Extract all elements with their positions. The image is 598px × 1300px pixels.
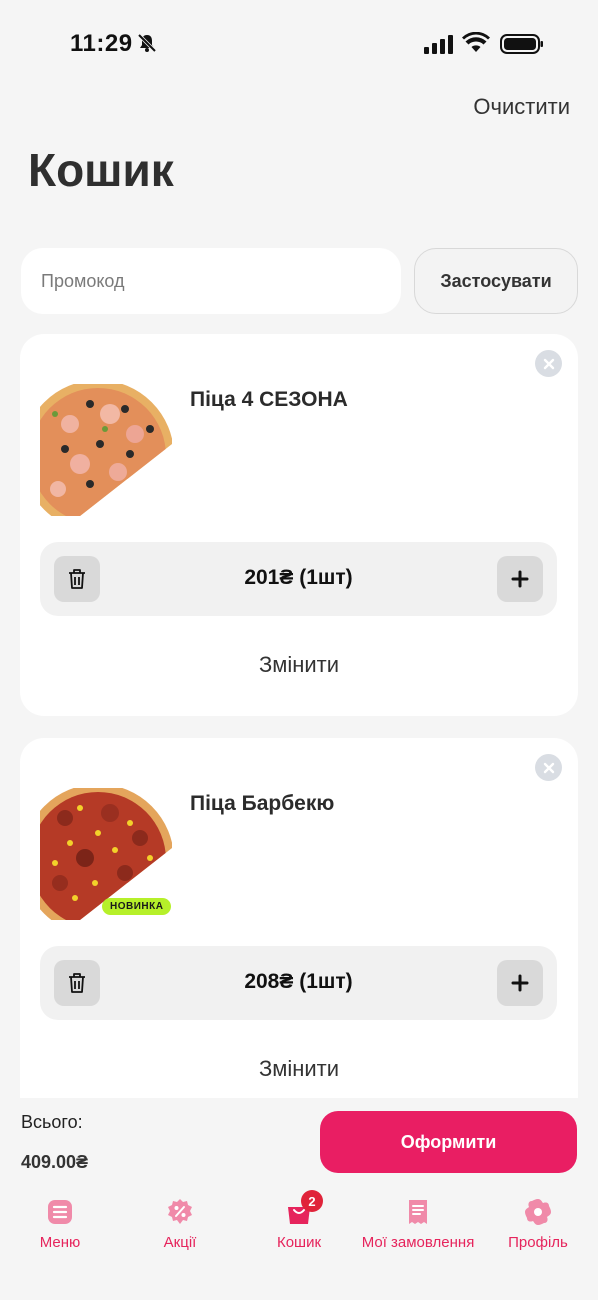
edit-item-button[interactable]: Змінити	[20, 1056, 578, 1082]
bottom-tab-bar: Меню Акції 2 Кошик Мої замовлення Профіл…	[0, 1188, 598, 1300]
bell-muted-icon	[137, 33, 157, 53]
tab-label: Кошик	[276, 1234, 322, 1251]
tab-promotions[interactable]: Акції	[120, 1198, 240, 1251]
clear-cart-button[interactable]: Очистити	[473, 94, 570, 120]
status-bar: 11:29	[0, 0, 598, 86]
pizza-4-seasons-image	[40, 384, 172, 516]
discount-percent-icon	[168, 1199, 192, 1224]
tab-profile[interactable]: Профіль	[478, 1198, 598, 1251]
quantity-row: 208₴ (1шт)	[40, 946, 557, 1020]
item-name: Піца Барбекю	[190, 792, 335, 815]
plus-icon	[511, 974, 529, 992]
remove-item-button[interactable]	[535, 754, 562, 781]
remove-item-button[interactable]	[535, 350, 562, 377]
total-label: Всього:	[21, 1112, 83, 1132]
profile-flower-icon	[525, 1199, 551, 1225]
status-time: 11:29	[70, 30, 133, 57]
cart-item-card: НОВИНКА Піца Барбекю 208₴ (1шт) Змінити	[20, 738, 578, 1138]
increase-quantity-button[interactable]	[497, 960, 543, 1006]
order-summary: Всього: 409.00₴ Оформити	[0, 1098, 598, 1188]
battery-icon	[500, 34, 543, 54]
edit-item-button[interactable]: Змінити	[20, 652, 578, 678]
tab-label: Меню	[39, 1234, 81, 1251]
cart-count-badge: 2	[301, 1190, 323, 1212]
item-name: Піца 4 СЕЗОНА	[190, 388, 348, 411]
tab-label: Акції	[163, 1234, 197, 1251]
cart-item-card: Піца 4 СЕЗОНА 201₴ (1шт) Змінити	[20, 334, 578, 716]
new-badge: НОВИНКА	[102, 898, 172, 915]
plus-icon	[511, 570, 529, 588]
price-quantity: 201₴ (1шт)	[244, 566, 353, 589]
tab-menu[interactable]: Меню	[0, 1198, 120, 1251]
tab-label: Мої замовлення	[361, 1234, 475, 1251]
tab-label: Профіль	[508, 1234, 568, 1251]
promo-code-input[interactable]	[21, 248, 401, 314]
close-icon	[543, 358, 554, 369]
receipt-icon	[409, 1200, 427, 1224]
page-title: Кошик	[28, 144, 174, 196]
increase-quantity-button[interactable]	[497, 556, 543, 602]
wifi-icon	[462, 32, 490, 52]
menu-list-icon	[48, 1200, 72, 1224]
checkout-button[interactable]: Оформити	[320, 1111, 577, 1173]
tab-my-orders[interactable]: Мої замовлення	[358, 1198, 478, 1251]
total-value: 409.00₴	[21, 1152, 89, 1172]
close-icon	[543, 762, 554, 773]
price-quantity: 208₴ (1шт)	[244, 970, 353, 993]
cellular-signal-icon	[424, 35, 453, 54]
cart-icon-wrap: 2	[285, 1190, 323, 1226]
tab-cart[interactable]: 2 Кошик	[239, 1190, 359, 1251]
quantity-row: 201₴ (1шт)	[40, 542, 557, 616]
apply-promo-button[interactable]: Застосувати	[414, 248, 578, 314]
